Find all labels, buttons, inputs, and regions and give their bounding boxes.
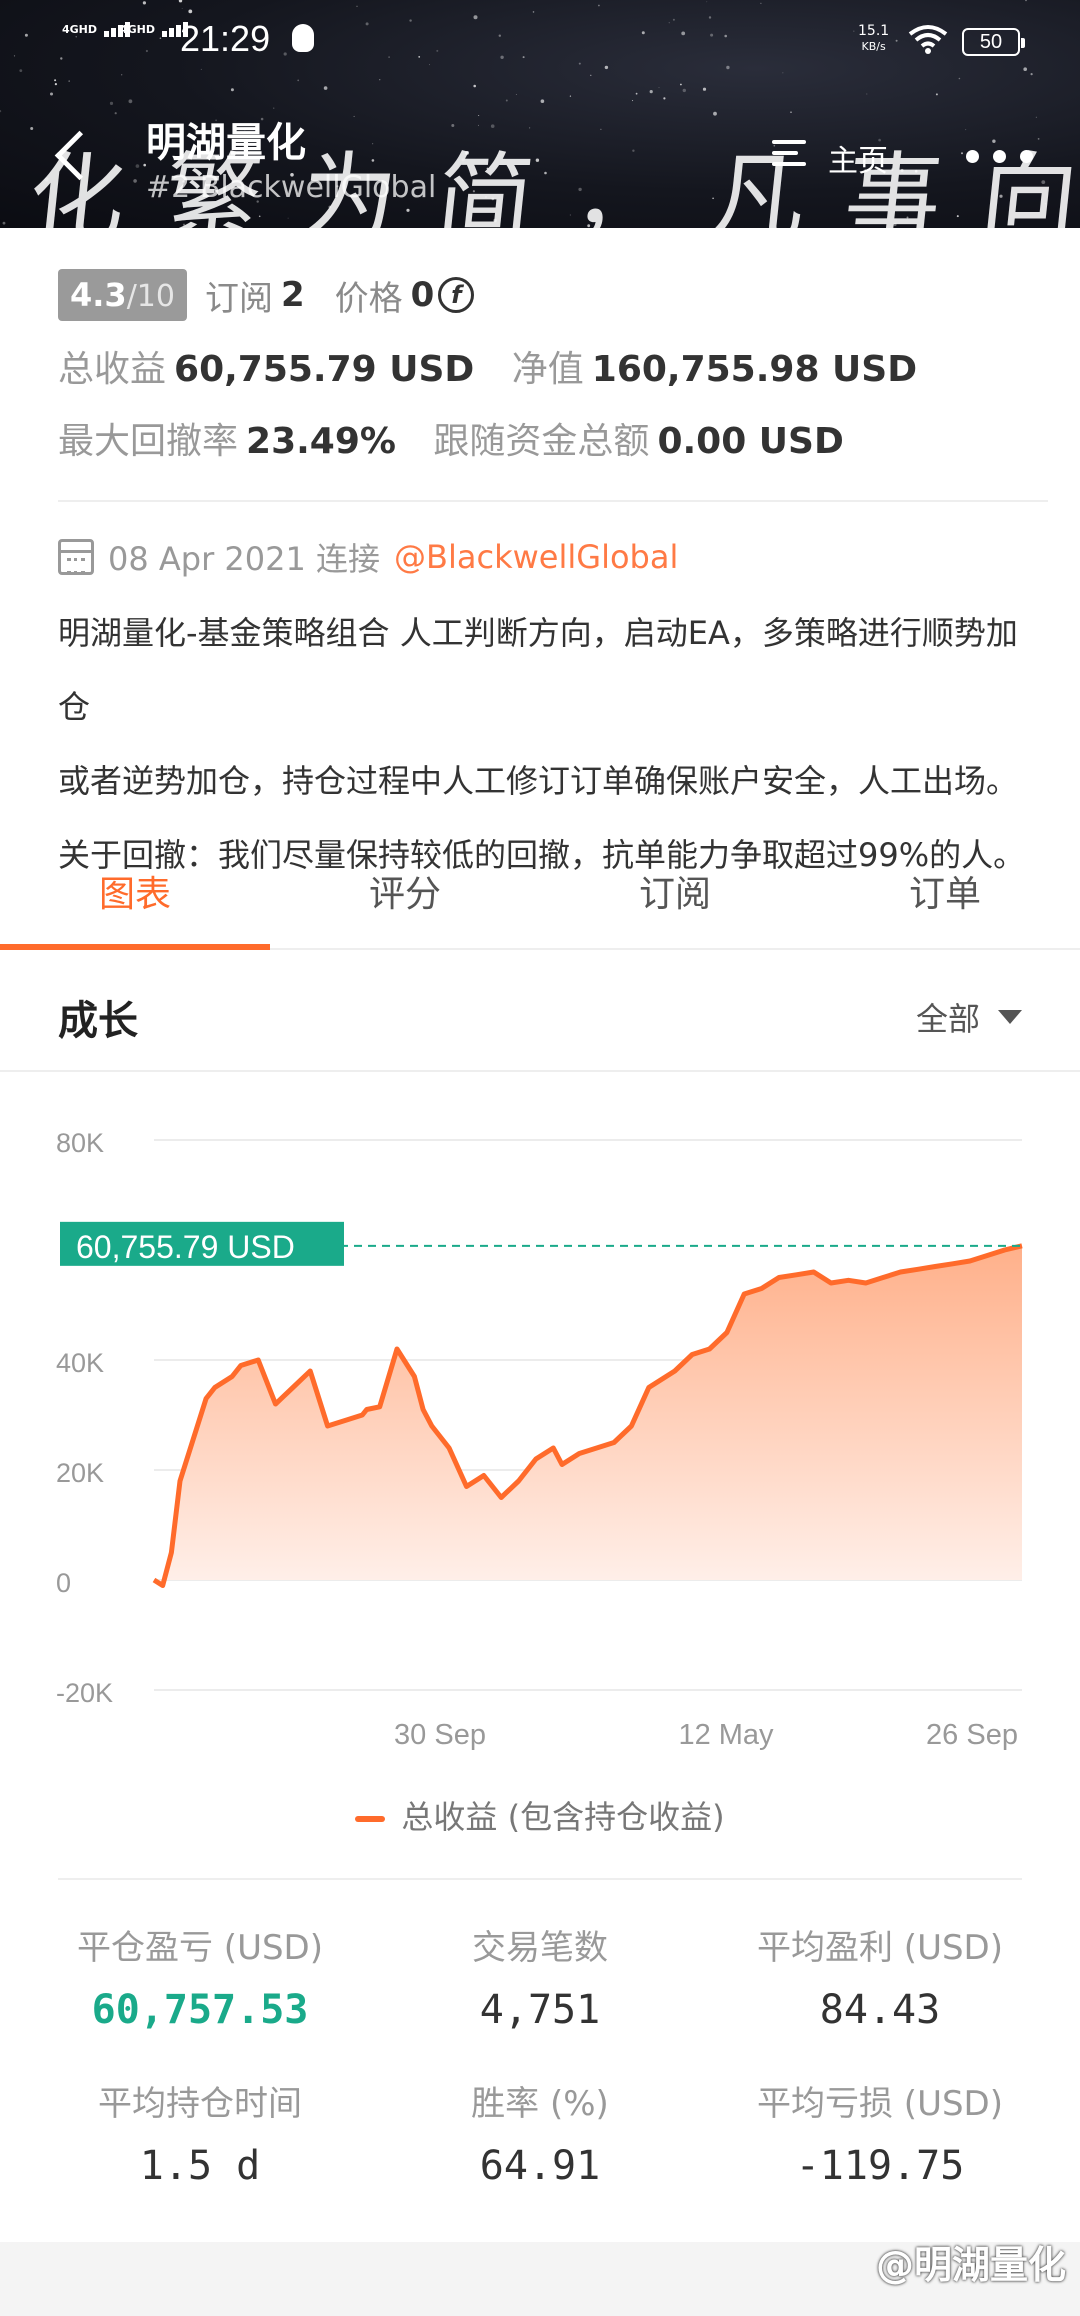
star <box>632 100 634 102</box>
x-tick-label: 26 Sep <box>926 1719 1018 1751</box>
stat-trades: 交易笔数 4,751 <box>472 1928 608 2033</box>
drawdown-row: 最大回撤率 23.49% 跟随资金总额 0.00 USD <box>58 421 844 462</box>
calendar-icon <box>58 539 94 575</box>
tab-subscribe[interactable]: 订阅 <box>540 850 810 948</box>
home-icon[interactable] <box>772 138 806 168</box>
stat-win-rate: 胜率 (%) 64.91 <box>471 2084 609 2189</box>
star <box>682 88 686 93</box>
strategy-info: 4.3/10 订阅 2 价格 0 f 总收益 60,755.79 USD 净值 16… <box>58 268 1048 468</box>
header-banner: 化繁为简，凡事向内 4GHD 4GHD 21:29 15.1 KB/s 50 明… <box>0 0 1080 228</box>
broker-link[interactable]: @BlackwellGlobal <box>394 538 678 576</box>
battery-indicator: 50 <box>962 28 1025 56</box>
back-button[interactable] <box>48 124 98 184</box>
star <box>540 99 545 103</box>
network-speed: 15.1 KB/s <box>858 23 890 54</box>
subscribe-label: 订阅 <box>204 278 273 319</box>
star <box>2 221 6 225</box>
price-value: 0 <box>410 275 435 315</box>
x-tick-label: 12 May <box>678 1719 774 1751</box>
star <box>713 111 717 116</box>
star <box>935 93 938 96</box>
growth-title: 成长 <box>58 998 138 1044</box>
growth-header: 成长 全部 <box>0 952 1080 1072</box>
tab-chart[interactable]: 图表 <box>0 850 270 950</box>
y-tick-label: 40K <box>56 1348 104 1378</box>
tab-bar: 图表 评分 订阅 订单 <box>0 850 1080 950</box>
star <box>649 90 653 94</box>
stat-avg-hold: 平均持仓时间 1.5 d <box>98 2084 302 2189</box>
y-tick-label: 20K <box>56 1458 104 1488</box>
qq-icon <box>292 24 314 52</box>
rating-badge: 4.3/10 <box>58 269 187 321</box>
star <box>54 83 58 86</box>
star <box>702 87 707 91</box>
stat-avg-profit: 平均盈利 (USD) 84.43 <box>757 1928 1003 2033</box>
coin-icon: f <box>438 277 475 313</box>
profit-row: 总收益 60,755.79 USD 净值 160,755.98 USD <box>58 349 918 390</box>
range-dropdown[interactable]: 全部 <box>916 994 1022 1040</box>
star <box>109 101 114 105</box>
chart-legend: 总收益 (包含持仓收益) <box>0 1792 1080 1838</box>
star <box>50 92 53 96</box>
star <box>515 94 517 95</box>
star <box>114 112 117 115</box>
subscribe-count: 2 <box>280 275 305 315</box>
star <box>866 93 868 95</box>
series-area <box>154 1245 1022 1586</box>
price-label: 价格 <box>334 278 403 319</box>
y-tick-label: 80K <box>56 1128 104 1158</box>
y-tick-label: -20K <box>56 1678 113 1708</box>
y-tick-label: 0 <box>56 1568 71 1598</box>
star <box>478 115 480 116</box>
star <box>658 87 660 89</box>
account-subtitle: #2 BlackwellGlobal <box>146 170 437 205</box>
page-title: 明湖量化 <box>146 120 306 166</box>
wifi-icon <box>908 25 948 54</box>
star <box>680 83 682 86</box>
current-value-label: 60,755.79 USD <box>76 1229 295 1265</box>
star <box>273 107 275 109</box>
star <box>323 86 328 90</box>
star <box>663 97 666 100</box>
connection-row: 08 Apr 2021 连接 @BlackwellGlobal <box>58 534 678 580</box>
section-divider <box>58 500 1048 502</box>
home-link[interactable]: 主页 <box>828 136 888 180</box>
stats-divider <box>58 1878 1022 1880</box>
status-time: 21:29 <box>180 18 271 59</box>
strategy-description: 明湖量化-基金策略组合 人工判断方向，启动EA，多策略进行顺势加仓 或者逆势加仓… <box>58 614 1026 874</box>
star <box>1035 116 1037 118</box>
star <box>790 111 792 113</box>
stat-closed-pnl: 平仓盈亏 (USD) 60,757.53 <box>77 1928 323 2033</box>
star <box>0 110 2 113</box>
connected-date: 08 Apr 2021 连接 <box>108 540 381 578</box>
tab-orders[interactable]: 订单 <box>810 850 1080 948</box>
follow-funds-value: 0.00 USD <box>657 421 844 462</box>
x-tick-label: 30 Sep <box>394 1719 486 1751</box>
star <box>128 99 133 104</box>
watermark: @明湖量化 <box>875 2243 1066 2287</box>
equity-value: 160,755.98 USD <box>591 349 918 390</box>
star <box>635 92 638 95</box>
star <box>353 115 355 117</box>
star <box>473 84 477 88</box>
star <box>569 95 572 97</box>
max-drawdown-value: 23.49% <box>246 421 396 462</box>
star <box>230 88 234 92</box>
legend-swatch <box>355 1816 386 1822</box>
star <box>68 80 70 82</box>
more-options-button[interactable] <box>966 150 1036 164</box>
growth-chart[interactable]: 80K 40K 20K 0 -20K 60,755.79 USD 30 Sep 12 May 2… <box>0 1080 1080 1780</box>
rating-row: 4.3/10 订阅 2 价格 0 f <box>58 268 1048 322</box>
total-profit-value: 60,755.79 USD <box>174 349 475 390</box>
status-bar: 4GHD 4GHD 21:29 15.1 KB/s 50 <box>0 0 1080 80</box>
star <box>30 127 34 130</box>
tab-rating[interactable]: 评分 <box>270 850 540 948</box>
star <box>505 99 508 102</box>
dropdown-arrow-icon <box>998 1010 1022 1024</box>
stat-avg-loss: 平均亏损 (USD) -119.75 <box>757 2084 1003 2189</box>
